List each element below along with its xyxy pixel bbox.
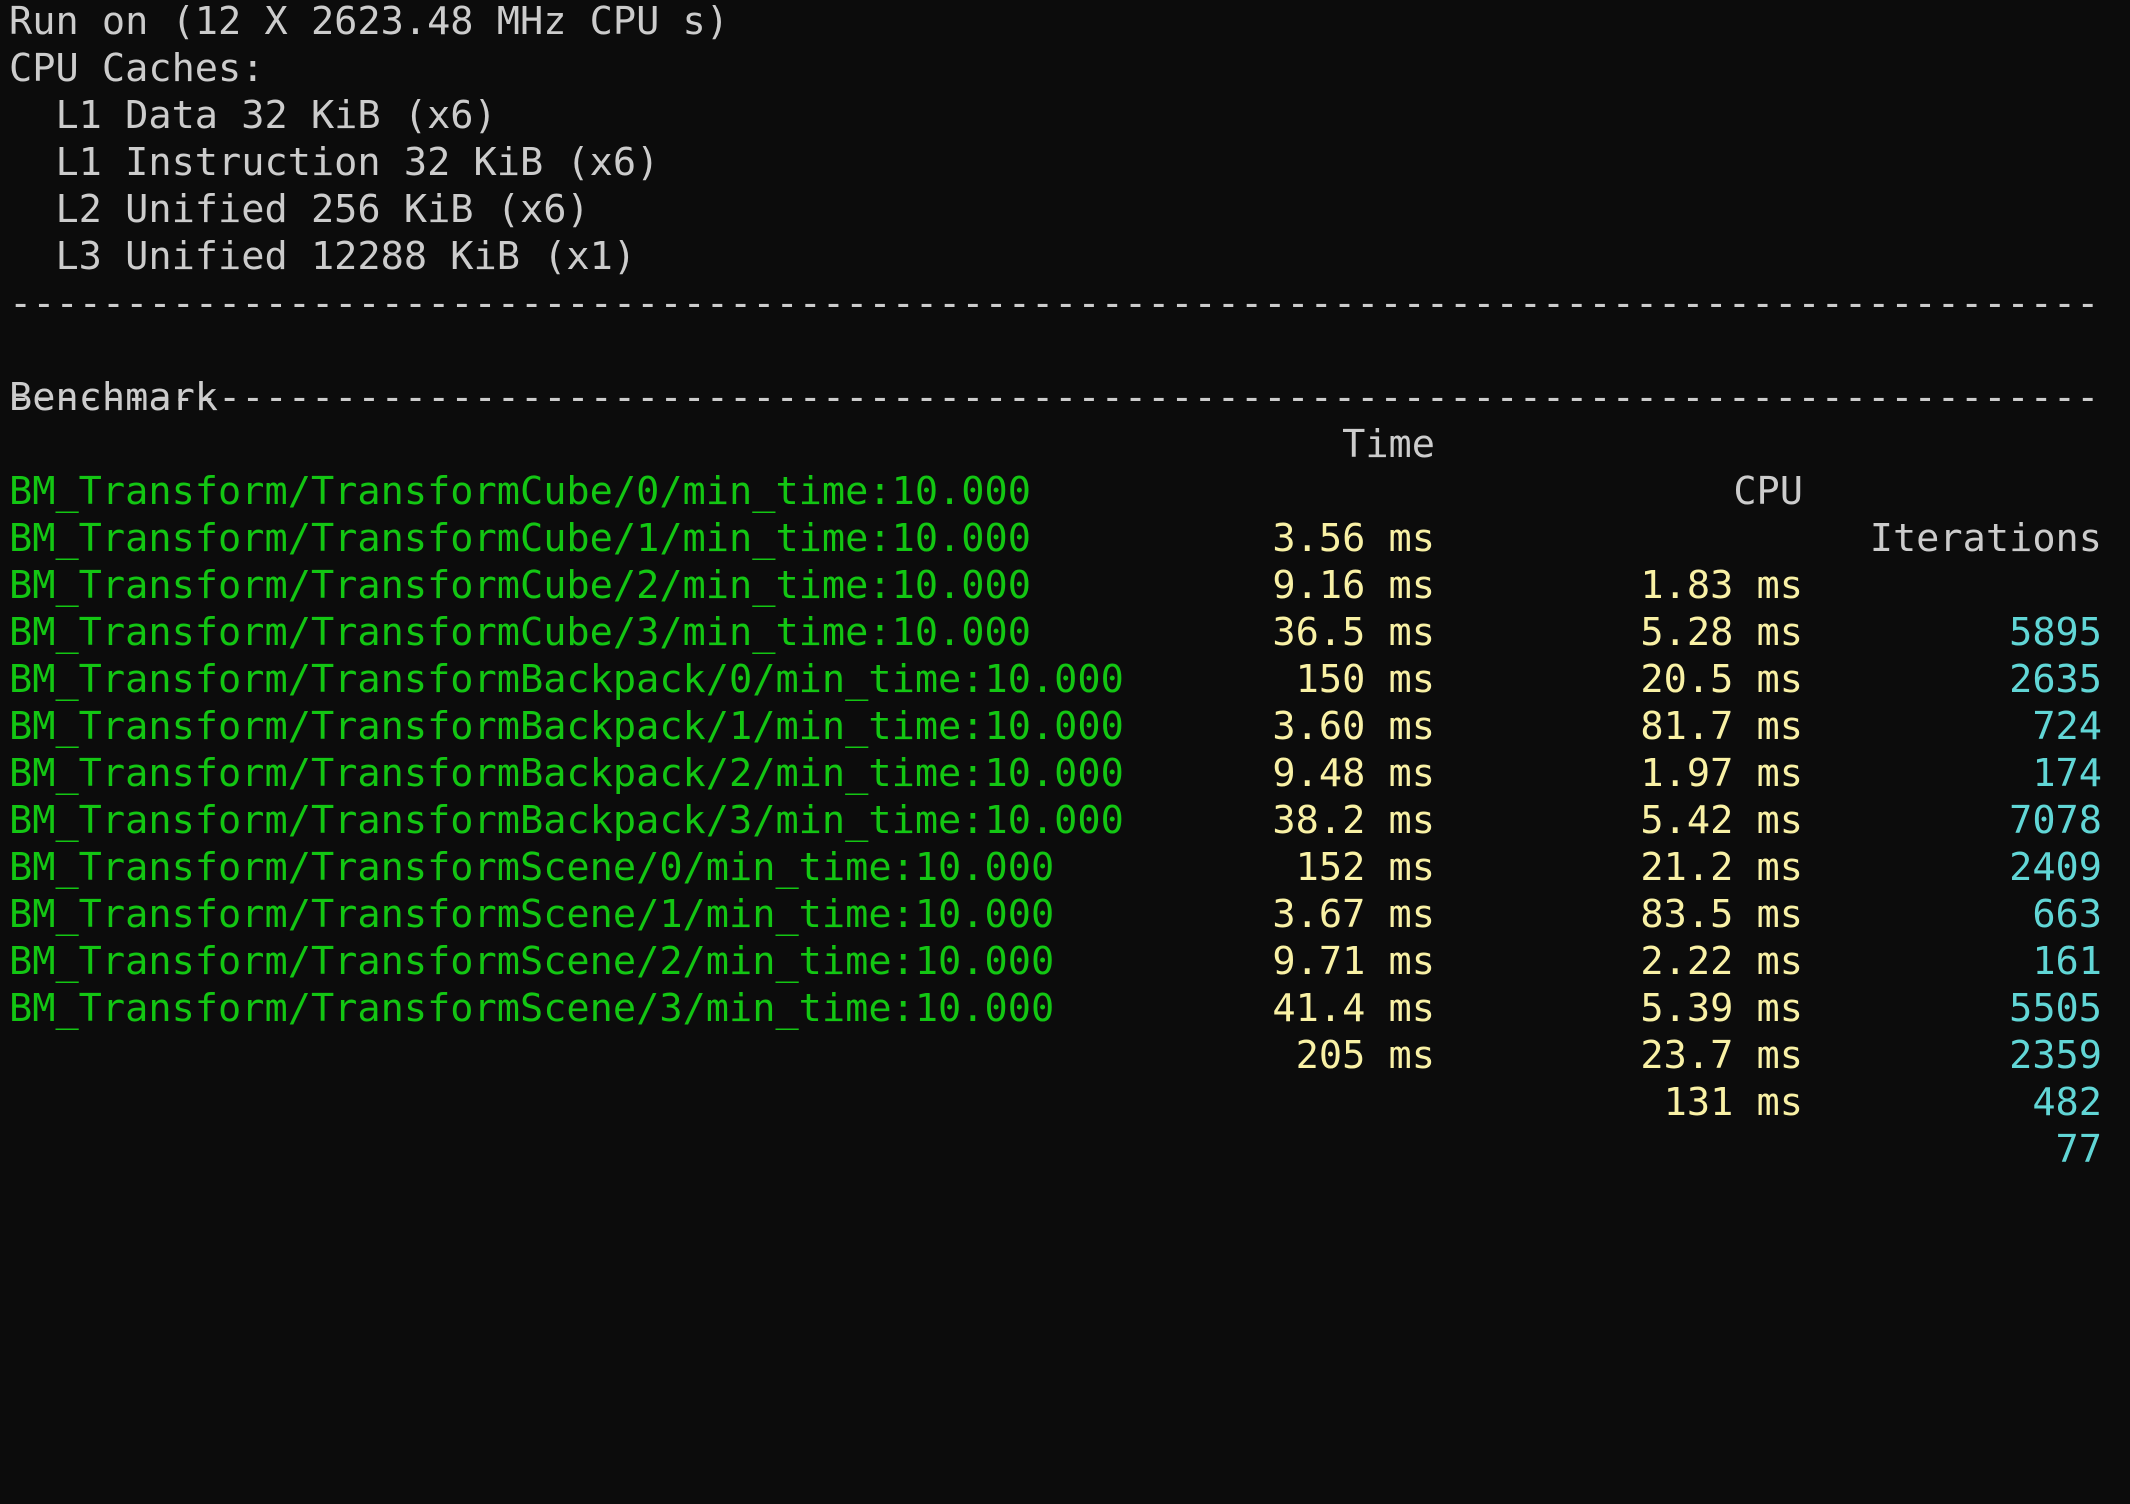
benchmark-cpu: 23.7 ms [1640,1033,1803,1078]
benchmark-cpu: 131 ms [1663,1080,1803,1125]
table-row: BM_Transform/TransformBackpack/1/min_tim… [0,656,2130,890]
table-row: BM_Transform/TransformBackpack/0/min_tim… [0,609,2130,843]
table-row: BM_Transform/TransformScene/2/min_time:1… [0,891,2130,1125]
benchmark-time: 205 ms [1295,1033,1435,1078]
separator-top: ----------------------------------------… [9,281,2102,326]
benchmark-iterations: 2359 [2009,1033,2102,1078]
table-row: BM_Transform/TransformScene/1/min_time:1… [0,844,2130,1078]
benchmark-time: 41.4 ms [1272,986,1435,1031]
table-row: BM_Transform/TransformBackpack/3/min_tim… [0,750,2130,984]
benchmark-iterations: 482 [2032,1080,2102,1125]
table-row: BM_Transform/TransformBackpack/2/min_tim… [0,703,2130,937]
table-row: BM_Transform/TransformScene/3/min_time:1… [0,938,2130,1172]
benchmark-iterations: 77 [2055,1127,2102,1172]
table-row: BM_Transform/TransformCube/0/min_time:10… [0,421,2130,655]
table-row: BM_Transform/TransformCube/2/min_time:10… [0,515,2130,749]
cache-l1-data: L1 Data 32 KiB (x6) [9,93,497,138]
benchmark-name: BM_Transform/TransformScene/3/min_time:1… [9,986,1055,1031]
benchmark-cpu: 5.39 ms [1640,986,1803,1031]
run-on-line: Run on (12 X 2623.48 MHz CPU s) [9,0,730,44]
cache-l3-unified: L3 Unified 12288 KiB (x1) [9,234,637,279]
benchmark-results: BM_Transform/TransformCube/0/min_time:10… [0,469,2130,1410]
cache-l2-unified: L2 Unified 256 KiB (x6) [9,187,590,232]
caches-title: CPU Caches: [9,46,265,91]
terminal-window[interactable]: Run on (12 X 2623.48 MHz CPU s) CPU Cach… [0,0,2130,1172]
table-row: BM_Transform/TransformCube/1/min_time:10… [0,468,2130,702]
cache-l1-instruction: L1 Instruction 32 KiB (x6) [9,140,660,185]
benchmark-iterations: 5505 [2009,986,2102,1031]
table-row: BM_Transform/TransformScene/0/min_time:1… [0,797,2130,1031]
table-row: BM_Transform/TransformCube/3/min_time:10… [0,562,2130,796]
table-header: Benchmark Time CPU Iterations [0,327,2130,561]
separator-bottom: ----------------------------------------… [9,375,2102,420]
